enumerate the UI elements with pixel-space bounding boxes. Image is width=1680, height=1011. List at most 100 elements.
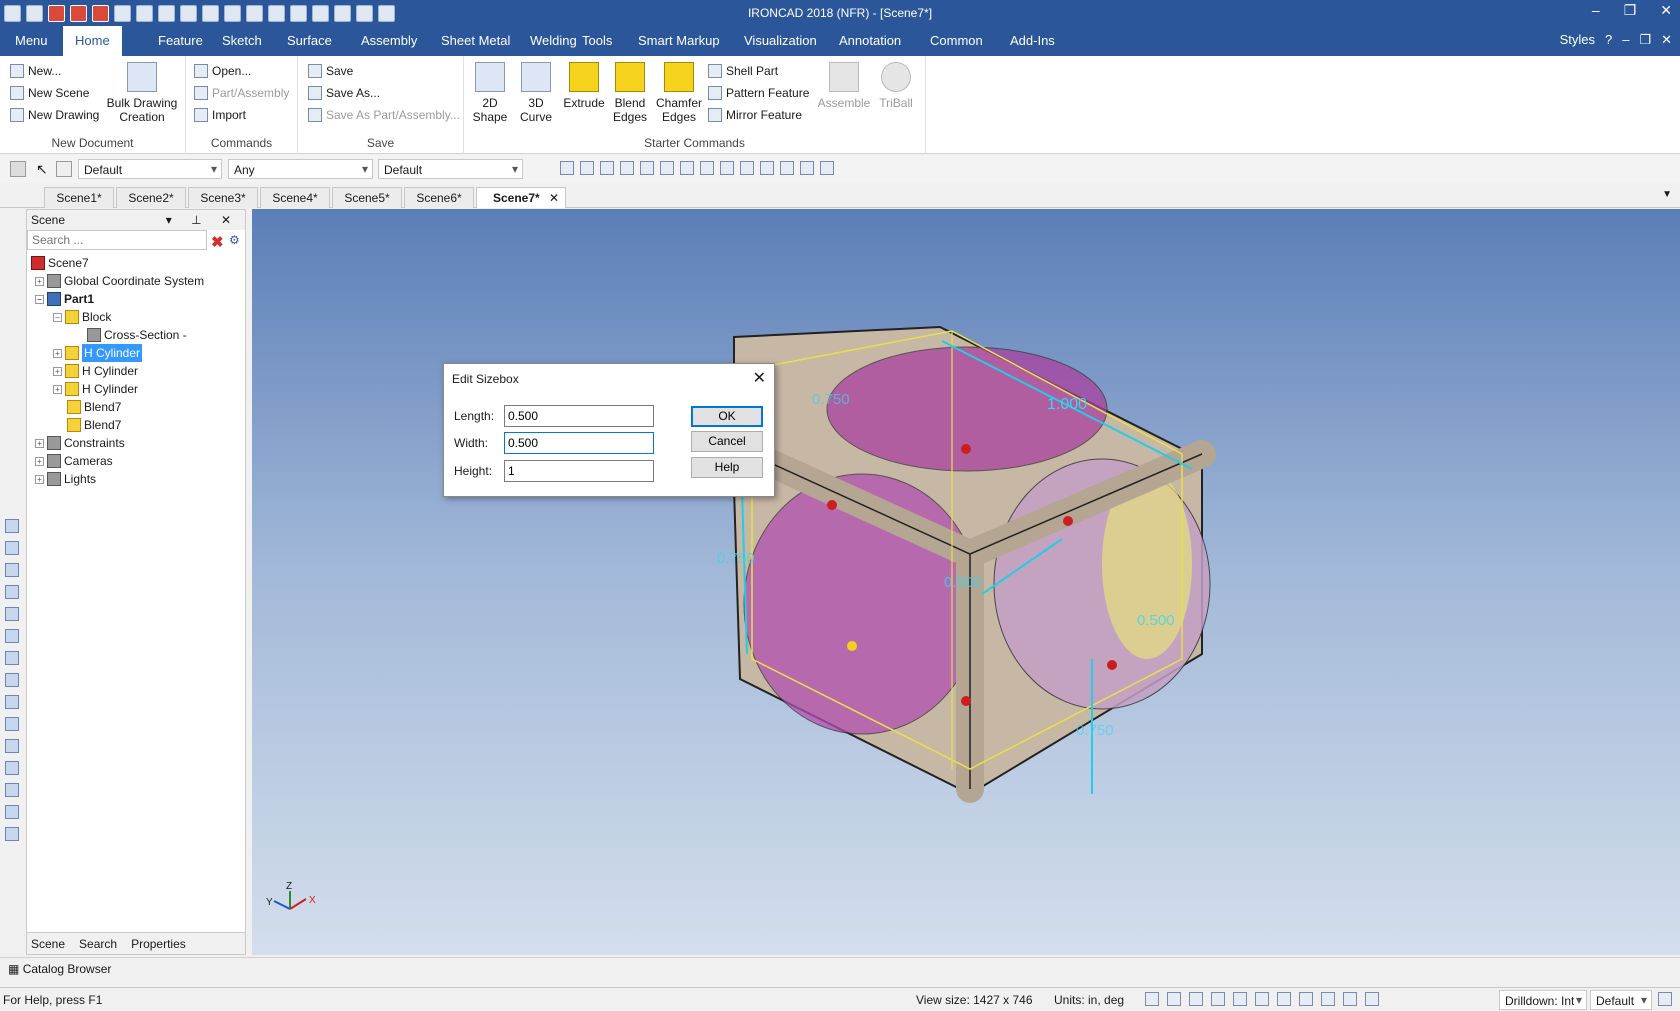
part-tool-icon[interactable]	[640, 161, 654, 175]
dimension-label-5[interactable]: 0.500	[1137, 612, 1175, 629]
dimension-label-3[interactable]: 0.750	[717, 550, 755, 567]
tab-sketch[interactable]: Sketch	[210, 26, 274, 56]
bulk-drawing-button[interactable]: Bulk Drawing Creation	[106, 62, 178, 124]
width-field[interactable]	[504, 432, 654, 454]
tree-item-scene7[interactable]: Scene7	[31, 254, 89, 272]
tab-scene5[interactable]: Scene5*	[332, 187, 402, 208]
sphere-tool-icon[interactable]	[5, 585, 19, 599]
tab-feature[interactable]: Feature	[146, 26, 215, 56]
drilldown-combo[interactable]: Drilldown: Int	[1499, 990, 1587, 1010]
tree-item-h-cylinder-3[interactable]: + H Cylinder	[53, 380, 138, 398]
view-icon[interactable]	[1189, 992, 1203, 1006]
tree-item-lights[interactable]: + Lights	[35, 470, 96, 488]
tab-surface[interactable]: Surface	[275, 26, 344, 56]
snap-mode-icon[interactable]	[1343, 992, 1357, 1006]
tree-item-blend7-2[interactable]: Blend7	[67, 416, 121, 434]
sphere-tool-icon[interactable]	[660, 161, 674, 175]
tree-item-constraints[interactable]: + Constraints	[35, 434, 125, 452]
3d-curve-button[interactable]: 3D Curve	[516, 62, 556, 124]
measure-tool-icon[interactable]	[5, 739, 19, 753]
restore-icon[interactable]: ❐	[1624, 2, 1637, 19]
select-filter-icon[interactable]	[10, 161, 26, 177]
tree-item-cameras[interactable]: + Cameras	[35, 452, 113, 470]
open-button[interactable]: Open...	[194, 64, 251, 78]
assemble-button[interactable]: Assemble	[816, 62, 872, 110]
dimension-label-6[interactable]: 0.750	[1076, 722, 1114, 739]
new-drawing-button[interactable]: New Drawing	[10, 108, 99, 122]
image-tool-icon[interactable]	[780, 161, 794, 175]
tree-item-block[interactable]: – Block	[53, 308, 111, 326]
panel-controls[interactable]: ▾ ⊥ ✕	[166, 210, 239, 230]
mirror-feature-button[interactable]: Mirror Feature	[708, 108, 802, 122]
dialog-close-icon[interactable]: ✕	[753, 364, 766, 394]
constraint-tool-icon[interactable]	[5, 783, 19, 797]
tree-item-blend7-1[interactable]: Blend7	[67, 398, 121, 416]
help-icon[interactable]: ?	[1605, 32, 1612, 48]
save-button[interactable]: Save	[308, 64, 353, 78]
render-tool-icon[interactable]	[700, 161, 714, 175]
collapse-icon[interactable]: –	[53, 312, 62, 322]
tabs-dropdown-icon[interactable]: ▼	[1662, 189, 1672, 200]
dimension-label-1[interactable]: 1.000	[1047, 396, 1087, 413]
handle-front-right[interactable]	[1107, 660, 1117, 670]
wedge-tool-icon[interactable]	[5, 607, 19, 621]
light-tool-icon[interactable]	[740, 161, 754, 175]
tab-assembly[interactable]: Assembly	[349, 26, 429, 56]
handle-top[interactable]	[961, 444, 971, 454]
expand-icon[interactable]: +	[35, 276, 44, 286]
orbit-icon[interactable]	[1233, 992, 1247, 1006]
ribbon-close-icon[interactable]: ✕	[1661, 32, 1672, 48]
select-mode-icon[interactable]	[56, 161, 72, 177]
catalog-tool-icon[interactable]	[620, 161, 634, 175]
block-tool-icon[interactable]	[5, 519, 19, 533]
tab-menu[interactable]: Menu	[3, 26, 60, 56]
expand-icon[interactable]: +	[35, 474, 44, 484]
folder-tool-icon[interactable]	[600, 161, 614, 175]
zoom-icon[interactable]	[1145, 992, 1159, 1006]
tab-scene4[interactable]: Scene4*	[260, 187, 330, 208]
expand-icon[interactable]: +	[53, 348, 62, 358]
cone-tool-icon[interactable]	[5, 563, 19, 577]
default-combo[interactable]: Default	[1590, 990, 1652, 1010]
rod-tool-icon[interactable]	[5, 717, 19, 731]
tab-scene2[interactable]: Scene2*	[116, 187, 186, 208]
new-button[interactable]: New...	[10, 64, 61, 78]
expand-icon[interactable]: +	[35, 438, 44, 448]
open-tool-icon[interactable]	[560, 161, 574, 175]
tab-visualization[interactable]: Visualization	[732, 26, 829, 56]
camera-mode-icon[interactable]	[1277, 992, 1291, 1006]
catalog-browser-label[interactable]: Catalog Browser	[23, 962, 112, 976]
search-tab[interactable]: Search	[79, 937, 117, 951]
styles-menu[interactable]: Styles	[1560, 32, 1595, 48]
scene-tab[interactable]: Scene	[31, 937, 65, 951]
save-tool-icon[interactable]	[580, 161, 594, 175]
box-tool-icon[interactable]	[5, 695, 19, 709]
tab-smart-markup[interactable]: Smart Markup	[626, 26, 732, 56]
triball-button[interactable]: TriBall	[874, 62, 918, 110]
ribbon-restore-icon[interactable]: ❐	[1639, 32, 1651, 48]
more-tool-icon[interactable]	[820, 161, 834, 175]
settings-icon[interactable]	[1658, 992, 1672, 1006]
tab-annotation[interactable]: Annotation	[827, 26, 913, 56]
tab-home[interactable]: Home	[63, 26, 122, 56]
handle-right[interactable]	[1063, 516, 1073, 526]
chamfer-edges-button[interactable]: Chamfer Edges	[654, 62, 704, 124]
tab-scene6[interactable]: Scene6*	[404, 187, 474, 208]
collapse-icon[interactable]: –	[35, 294, 44, 304]
shell-part-button[interactable]: Shell Part	[708, 64, 778, 78]
3d-viewport[interactable]: 1.000 0.750 0.750 0.500 0.500 0.750 Z X …	[252, 209, 1680, 955]
tab-scene3[interactable]: Scene3*	[188, 187, 258, 208]
tree-item-h-cylinder-1[interactable]: + H Cylinder	[53, 344, 143, 362]
material-combo[interactable]: Default	[378, 159, 523, 179]
eye-tool-icon[interactable]	[5, 761, 19, 775]
select-mode-icon[interactable]	[1365, 992, 1379, 1006]
filter-combo[interactable]: Any	[228, 159, 373, 179]
tree-item-part1[interactable]: – Part1	[35, 290, 94, 308]
properties-tab[interactable]: Properties	[131, 937, 186, 951]
tab-sheet-metal[interactable]: Sheet Metal	[429, 26, 522, 56]
expand-icon[interactable]: +	[53, 384, 62, 394]
grid-tool-icon[interactable]	[680, 161, 694, 175]
dimension-label-4[interactable]: 0.500	[944, 574, 982, 591]
render-mode-icon[interactable]	[1255, 992, 1269, 1006]
tab-tools[interactable]: Tools	[570, 26, 624, 56]
